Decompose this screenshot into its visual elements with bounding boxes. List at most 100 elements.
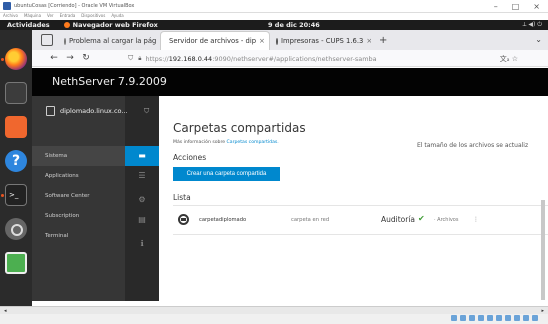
firefox-window: Problema al cargar la pág Servidor de ar… — [32, 30, 548, 306]
nethserver-header: NethServer 7.9.2009 — [32, 68, 548, 96]
share-name: carpetadiplomado — [199, 217, 247, 223]
size-update-note: El tamaño de los archivos se actualiz — [417, 142, 529, 149]
menu-maquina[interactable]: Máquina — [24, 13, 41, 20]
menu-ver[interactable]: Ver — [47, 13, 54, 20]
clock[interactable]: 9 de dic 20:46 — [268, 21, 320, 29]
host-name: diplomado.linux.co... — [60, 107, 128, 115]
running-indicator — [1, 194, 4, 197]
virtualbox-menu-bar: Archivo Máquina Ver Entrada Dispositivos… — [0, 13, 548, 20]
new-tab-button[interactable]: + — [379, 35, 387, 46]
nethserver-content: Carpetas compartidas Más información sob… — [159, 96, 548, 301]
tab-label: Impresoras - CUPS 1.6.3 — [281, 37, 364, 45]
audit-label: Auditoría — [381, 215, 416, 224]
share-description: carpeta en red — [291, 217, 330, 223]
sidebar-item-applications[interactable]: Applications — [32, 166, 125, 186]
list-heading: Lista — [173, 193, 191, 202]
device-status-icons[interactable] — [451, 315, 538, 321]
minimize-button[interactable]: – — [494, 2, 498, 11]
sidebar-item-label: Terminal — [45, 233, 69, 239]
navigation-bar: ← → ↻ ⛉ 🔒︎ https://192.168.0.44:9090/net… — [32, 50, 548, 67]
tab-strip: Problema al cargar la pág Servidor de ar… — [32, 30, 548, 50]
virtualbox-status-bar — [0, 314, 548, 324]
reload-icon[interactable]: ↻ — [78, 53, 94, 63]
back-icon[interactable]: ← — [46, 53, 62, 63]
actions-heading: Acciones — [173, 153, 207, 162]
files-icon[interactable] — [5, 82, 27, 104]
shield-icon: ⛉ — [144, 106, 150, 115]
sidebar-item-label: Applications — [45, 173, 79, 179]
shield-icon[interactable]: ⛉ — [128, 54, 133, 63]
create-share-button[interactable]: Crear una carpeta compartida — [173, 167, 280, 181]
dock: ? >_ — [0, 30, 32, 306]
menu-entrada[interactable]: Entrada — [60, 13, 76, 20]
maximize-button[interactable]: □ — [512, 2, 520, 11]
archive-dropdown[interactable]: · Archivos — [434, 217, 458, 223]
virtualbox-icon — [3, 2, 11, 10]
url-bar[interactable]: ⛉ 🔒︎ https://192.168.0.44:9090/nethserve… — [128, 52, 518, 65]
app-menu[interactable]: Navegador web Firefox — [63, 21, 158, 29]
tab-label: Servidor de archivos - dip — [169, 37, 257, 45]
menu-ayuda[interactable]: Ayuda — [111, 13, 123, 20]
host-selector[interactable]: diplomado.linux.co... ⛉ — [32, 96, 159, 126]
sidebar-item-terminal[interactable]: Terminal — [32, 226, 125, 246]
activities-button[interactable]: Actividades — [7, 21, 50, 29]
running-indicator — [1, 58, 4, 61]
close-tab-icon[interactable]: × — [259, 37, 265, 45]
info-icon[interactable]: ℹ — [125, 234, 159, 254]
divider — [173, 234, 548, 235]
product-name: NethServer 7.9.2009 — [52, 75, 167, 88]
server-icon — [46, 106, 55, 116]
row-menu-button[interactable]: ⋮ — [473, 216, 479, 223]
menu-dispositivos[interactable]: Dispositivos — [81, 13, 105, 20]
lock-icon[interactable]: 🔒︎ — [138, 55, 141, 63]
more-info-link[interactable]: Carpetas compartidas. — [227, 140, 279, 145]
close-button[interactable]: × — [533, 2, 540, 11]
sidebar-item-software-center[interactable]: Software Center — [32, 186, 125, 206]
tab-problema[interactable]: Problema al cargar la pág — [59, 32, 159, 50]
settings-icon[interactable] — [5, 218, 27, 240]
tab-list-icon[interactable] — [41, 34, 53, 46]
page-title: Carpetas compartidas — [173, 121, 306, 135]
software-icon[interactable] — [5, 116, 27, 138]
sidebar-item-sistema[interactable]: Sistema — [32, 146, 125, 166]
tab-label: Problema al cargar la pág — [69, 37, 157, 45]
app-menu-label: Navegador web Firefox — [72, 21, 158, 29]
url-host: 192.168.0.44 — [168, 54, 213, 63]
sidebar-item-label: Software Center — [45, 193, 90, 199]
vertical-scrollbar[interactable] — [541, 200, 545, 300]
share-row: carpetadiplomado carpeta en red Auditorí… — [173, 208, 548, 234]
url-prefix: https:// — [145, 54, 169, 63]
system-tray-icons[interactable]: ⟂ ◀) ⏻ — [522, 21, 542, 29]
firefox-mini-icon — [63, 22, 70, 28]
screen: ubuntuCosas [Corriendo] - Oracle VM Virt… — [0, 0, 548, 324]
translate-bookmark-icons[interactable]: 文ₐ ☆ — [500, 54, 518, 64]
sidebar-item-label: Subscription — [45, 213, 80, 219]
table-icon[interactable]: ▤ — [125, 210, 159, 230]
forward-icon[interactable]: → — [62, 53, 78, 63]
tab-impresoras[interactable]: Impresoras - CUPS 1.6.3 × — [271, 32, 371, 50]
horizontal-scrollbar[interactable]: ◂ ▸ — [0, 306, 548, 314]
more-info-text: Más información sobre — [173, 140, 226, 145]
list-icon[interactable]: ☰ — [125, 166, 159, 186]
sidebar-item-subscription[interactable]: Subscription — [32, 206, 125, 226]
terminal-icon[interactable]: >_ — [5, 184, 27, 206]
virtualbox-title-bar: ubuntuCosas [Corriendo] - Oracle VM Virt… — [0, 0, 548, 13]
help-icon[interactable]: ? — [5, 150, 27, 172]
cups-favicon — [276, 37, 278, 45]
divider — [173, 205, 548, 206]
firefox-icon[interactable] — [5, 48, 27, 70]
url-path: :9090/nethserver#/applications/nethserve… — [212, 54, 377, 63]
sidebar-item-label: Sistema — [45, 153, 68, 159]
gear-icon[interactable]: ⚙ — [125, 190, 159, 210]
folder-icon[interactable]: ▬ — [125, 146, 159, 166]
warning-icon — [64, 37, 66, 45]
chevron-down-icon[interactable]: ⌄ — [535, 35, 542, 44]
close-tab-icon[interactable]: × — [366, 37, 371, 45]
menu-archivo[interactable]: Archivo — [3, 13, 18, 20]
share-folder-icon — [178, 214, 189, 225]
check-icon: ✔ — [418, 214, 425, 223]
tab-servidor-archivos[interactable]: Servidor de archivos - dip × — [161, 32, 269, 50]
more-info: Más información sobre Carpetas compartid… — [173, 140, 279, 145]
trash-icon[interactable] — [5, 252, 27, 274]
gnome-top-bar: Actividades Navegador web Firefox 9 de d… — [0, 20, 548, 30]
